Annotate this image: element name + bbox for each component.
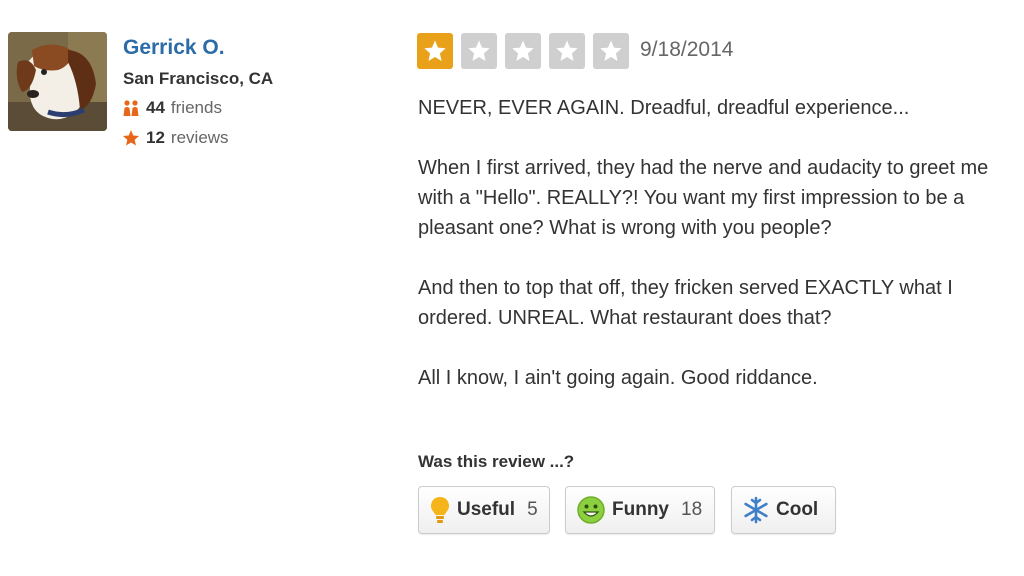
friends-stat: 44 friends — [122, 98, 222, 118]
funny-button[interactable]: Funny 18 — [565, 486, 715, 534]
star-icon — [424, 40, 446, 61]
rating-star-1 — [417, 33, 453, 69]
rating-star-5 — [593, 33, 629, 69]
funny-label: Funny — [612, 499, 669, 520]
cool-button[interactable]: Cool — [731, 486, 836, 534]
review-body: NEVER, EVER AGAIN. Dreadful, dreadful ex… — [418, 93, 1018, 393]
vote-prompt: Was this review ...? — [418, 452, 575, 471]
review-paragraph: NEVER, EVER AGAIN. Dreadful, dreadful ex… — [418, 97, 910, 119]
rating-star-3 — [505, 33, 541, 69]
useful-count: 5 — [527, 499, 538, 520]
rating-star-4 — [549, 33, 585, 69]
funny-count: 18 — [681, 499, 703, 520]
review-paragraph: All I know, I ain't going again. Good ri… — [418, 367, 818, 389]
lightbulb-icon — [431, 497, 449, 523]
reviews-count: 12 — [146, 128, 165, 147]
friends-icon — [123, 100, 139, 116]
cool-label: Cool — [776, 499, 819, 520]
useful-label: Useful — [457, 499, 516, 520]
star-icon — [512, 40, 534, 61]
user-location: San Francisco, CA — [123, 69, 274, 88]
smiley-icon — [577, 496, 605, 524]
dog-photo-icon — [8, 32, 107, 131]
useful-button[interactable]: Useful 5 — [418, 486, 550, 534]
star-icon — [468, 40, 490, 61]
friends-count: 44 — [146, 98, 165, 117]
snowflake-icon — [744, 496, 768, 524]
user-avatar[interactable] — [8, 32, 107, 131]
star-icon — [122, 130, 140, 146]
review-paragraph: When I first arrived, they had the nerve… — [418, 157, 989, 239]
star-icon — [600, 40, 622, 61]
review-paragraph: And then to top that off, they fricken s… — [418, 277, 953, 329]
review-date: 9/18/2014 — [640, 38, 734, 61]
star-rating — [417, 33, 629, 69]
star-icon — [556, 40, 578, 61]
reviews-stat: 12 reviews — [122, 128, 229, 148]
rating-star-2 — [461, 33, 497, 69]
friends-label: friends — [170, 98, 222, 117]
user-name-link[interactable]: Gerrick O. — [123, 36, 225, 60]
reviews-label: reviews — [170, 128, 229, 147]
